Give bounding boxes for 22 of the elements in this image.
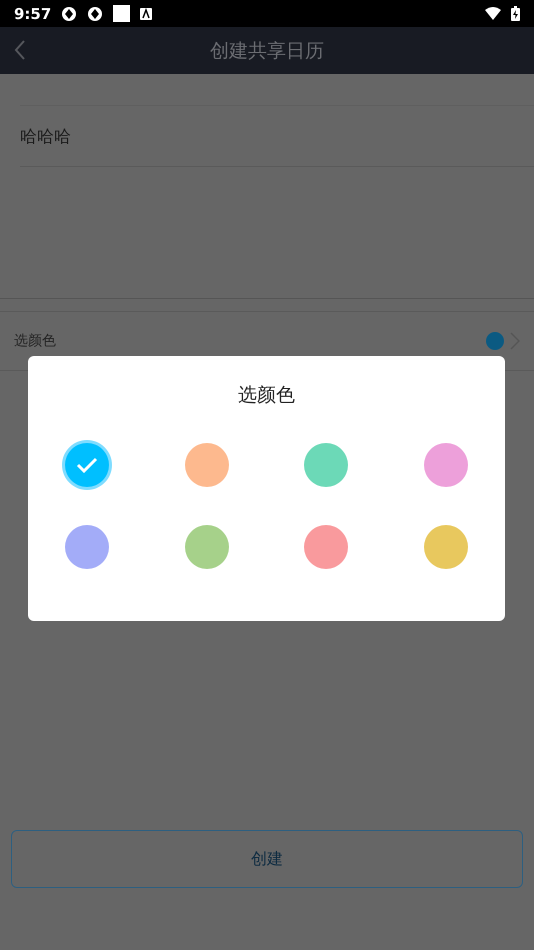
color-swatch[interactable] — [304, 443, 348, 487]
dialog-title: 选颜色 — [238, 383, 295, 408]
color-swatch[interactable] — [184, 525, 229, 569]
color-swatch[interactable] — [184, 443, 229, 487]
color-swatch[interactable] — [424, 525, 468, 569]
battery-icon — [511, 6, 520, 21]
color-swatch[interactable] — [65, 525, 110, 569]
check-icon — [76, 457, 98, 473]
keyboard-icon — [140, 8, 152, 20]
app-icon — [87, 6, 104, 22]
app-icon — [61, 6, 78, 22]
color-swatch[interactable] — [304, 525, 348, 569]
color-swatch[interactable] — [65, 443, 110, 487]
back-icon[interactable] — [14, 40, 26, 60]
page-title: 创建共享日历 — [210, 38, 324, 64]
wifi-icon — [485, 7, 501, 20]
create-button[interactable]: 创建 — [11, 830, 523, 888]
square-icon — [113, 5, 130, 22]
name-field[interactable]: 哈哈哈 — [20, 105, 534, 167]
color-label: 选颜色 — [14, 332, 57, 350]
color-swatch[interactable] — [424, 443, 468, 487]
status-time: 9:57 — [14, 4, 52, 22]
